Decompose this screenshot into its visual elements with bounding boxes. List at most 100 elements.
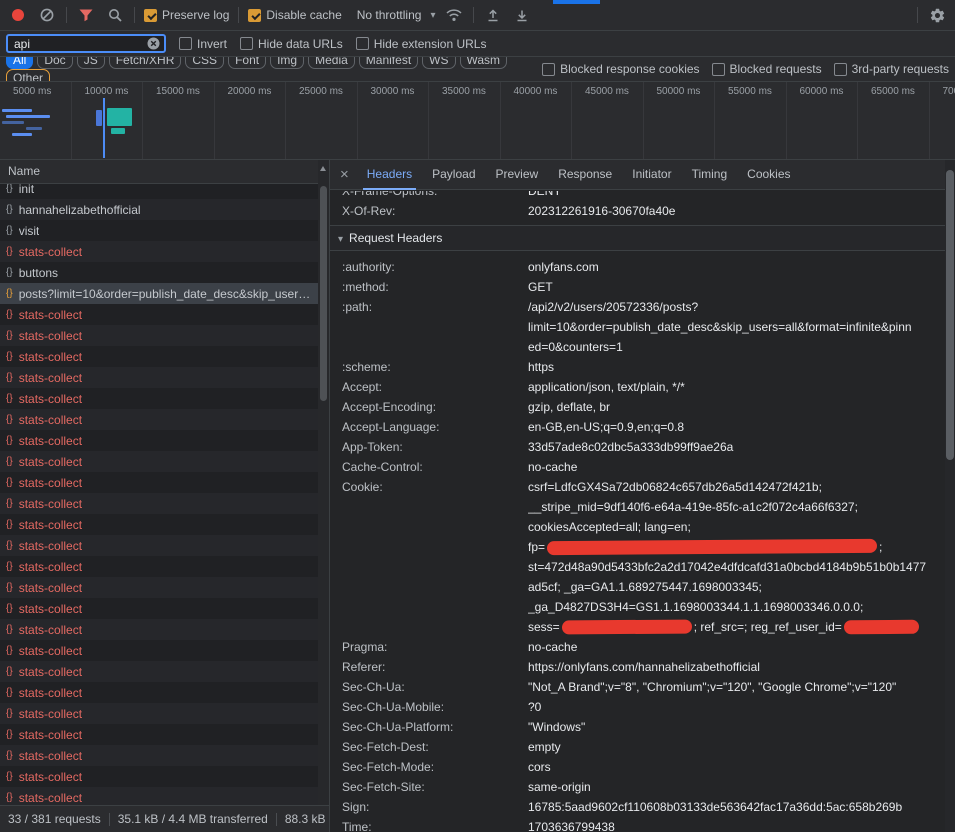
clear-button[interactable] [37,5,57,25]
header-row: Sec-Ch-Ua-Platform:"Windows" [330,717,945,737]
scroll-up-icon[interactable] [320,166,326,171]
network-conditions-button[interactable] [444,5,464,25]
divider [276,813,277,826]
request-row[interactable]: {}stats-collect [0,304,318,325]
braces-icon: {} [6,771,13,782]
filter-chip-js[interactable]: JS [77,57,105,69]
header-value: 33d57ade8c02dbc5a333db99ff9ae26a [528,437,945,457]
import-har-button[interactable] [483,5,503,25]
filter-input[interactable]: api [6,34,166,53]
disable-cache-checkbox[interactable]: Disable cache [248,8,341,22]
request-row[interactable]: {}stats-collect [0,472,318,493]
filter-chip-ws[interactable]: WS [422,57,455,69]
tab-preview[interactable]: Preview [486,160,549,190]
clear-input-icon[interactable] [147,37,160,50]
request-row[interactable]: {}stats-collect [0,745,318,766]
hide-data-urls-checkbox[interactable]: Hide data URLs [240,37,343,51]
close-details-icon[interactable]: × [340,166,349,183]
scrollbar-thumb[interactable] [320,186,327,401]
request-row[interactable]: {}stats-collect [0,703,318,724]
tab-initiator[interactable]: Initiator [622,160,681,190]
export-har-button[interactable] [512,5,532,25]
request-row[interactable]: {}stats-collect [0,724,318,745]
filter-chip-wasm[interactable]: Wasm [460,57,508,69]
header-value: empty [528,737,945,757]
request-row[interactable]: {}hannahelizabethofficial [0,199,318,220]
request-row[interactable]: {}stats-collect [0,556,318,577]
request-row[interactable]: {}stats-collect [0,493,318,514]
request-name: stats-collect [19,644,82,658]
braces-icon: {} [6,561,13,572]
blocked-response-cookies-checkbox[interactable]: Blocked response cookies [542,62,699,76]
request-row[interactable]: {}stats-collect [0,388,318,409]
request-row[interactable]: {}stats-collect [0,535,318,556]
request-row[interactable]: {}stats-collect [0,451,318,472]
request-details-pane: × HeadersPayloadPreviewResponseInitiator… [329,160,945,832]
filter-chip-manifest[interactable]: Manifest [359,57,418,69]
request-row[interactable]: {}stats-collect [0,619,318,640]
tab-payload[interactable]: Payload [422,160,485,190]
request-row[interactable]: {}stats-collect [0,241,318,262]
filter-chip-doc[interactable]: Doc [37,57,72,69]
request-row[interactable]: {}stats-collect [0,682,318,703]
request-name: stats-collect [19,791,82,805]
filter-chip-img[interactable]: Img [270,57,304,69]
hide-extension-urls-checkbox[interactable]: Hide extension URLs [356,37,487,51]
request-row[interactable]: {}stats-collect [0,640,318,661]
request-row[interactable]: {}stats-collect [0,598,318,619]
header-value: csrf=LdfcGX4Sa72db06824c657db26a5d142472… [528,477,945,637]
tab-headers[interactable]: Headers [357,160,422,190]
waterfall-bar [107,108,132,126]
request-row[interactable]: {}stats-collect [0,367,318,388]
record-button[interactable] [8,5,28,25]
ruler-tick: 65000 ms [858,82,930,159]
settings-button[interactable] [927,5,947,25]
request-row[interactable]: {}stats-collect [0,577,318,598]
request-row[interactable]: {}stats-collect [0,661,318,682]
request-row[interactable]: {}stats-collect [0,514,318,535]
request-name: stats-collect [19,371,82,385]
invert-checkbox[interactable]: Invert [179,37,227,51]
request-headers-section[interactable]: ▾Request Headers [330,225,945,251]
column-header-name[interactable]: Name [0,160,318,184]
request-row[interactable]: {}init [0,184,318,199]
request-row[interactable]: {}posts?limit=10&order=publish_date_desc… [0,283,318,304]
header-value: 1703636799438 [528,817,945,832]
details-scrollbar[interactable] [945,160,955,832]
throttling-select[interactable]: No throttling ▾ [357,8,436,22]
search-button[interactable] [105,5,125,25]
request-name: stats-collect [19,329,82,343]
braces-icon: {} [6,456,13,467]
filter-chip-media[interactable]: Media [308,57,355,69]
filter-chip-all[interactable]: All [6,57,33,69]
request-row[interactable]: {}stats-collect [0,346,318,367]
filter-chip-fetch-xhr[interactable]: Fetch/XHR [109,57,182,69]
request-list-scrollbar[interactable] [318,160,329,805]
request-row[interactable]: {}buttons [0,262,318,283]
filter-chip-font[interactable]: Font [228,57,266,69]
filter-button[interactable] [76,5,96,25]
tab-cookies[interactable]: Cookies [737,160,800,190]
scrollbar-thumb[interactable] [946,170,954,460]
request-row[interactable]: {}visit [0,220,318,241]
search-icon [107,7,123,23]
header-row: App-Token:33d57ade8c02dbc5a333db99ff9ae2… [330,437,945,457]
request-row[interactable]: {}stats-collect [0,766,318,787]
overview-timeline[interactable]: 5000 ms10000 ms15000 ms20000 ms25000 ms3… [0,82,955,160]
request-row[interactable]: {}stats-collect [0,325,318,346]
blocked-requests-checkbox[interactable]: Blocked requests [712,62,822,76]
filter-chip-other[interactable]: Other [6,69,50,82]
3rd-party-requests-checkbox[interactable]: 3rd-party requests [834,62,949,76]
request-row[interactable]: {}stats-collect [0,430,318,451]
filter-chip-css[interactable]: CSS [185,57,224,69]
request-row[interactable]: {}stats-collect [0,787,318,805]
tab-timing[interactable]: Timing [682,160,738,190]
preserve-log-checkbox[interactable]: Preserve log [144,8,229,22]
tab-response[interactable]: Response [548,160,622,190]
checkbox-checked-icon [144,9,157,22]
clipped-header-row: X-Frame-Options: DENY [330,191,945,201]
header-row: X-Of-Rev: 202312261916-30670fa40e [330,201,945,221]
header-value: 16785:5aad9602cf110608b03133de563642fac1… [528,797,945,817]
request-row[interactable]: {}stats-collect [0,409,318,430]
ruler-tick: 25000 ms [286,82,358,159]
